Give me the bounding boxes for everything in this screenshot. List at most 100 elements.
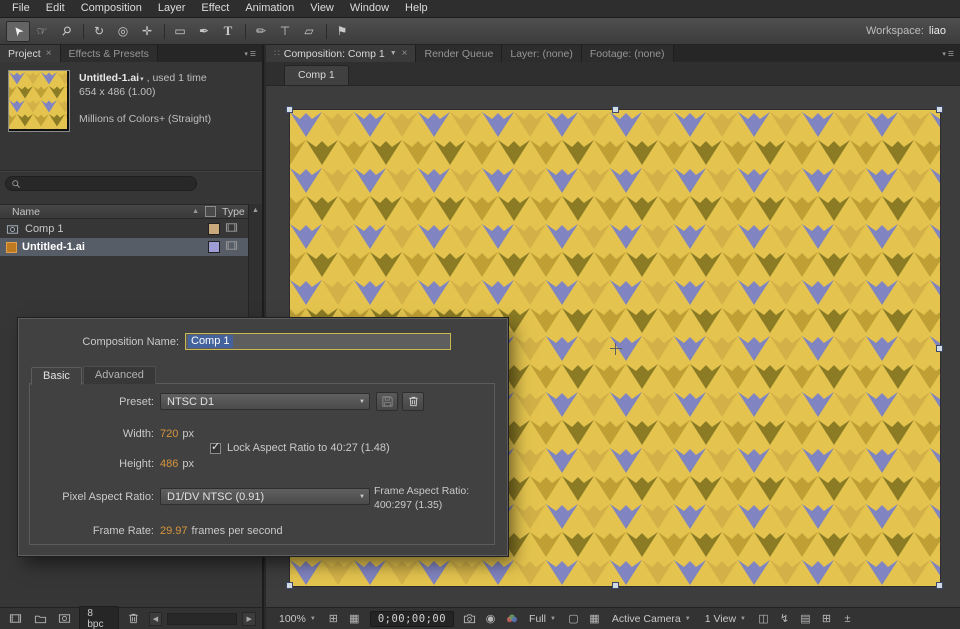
zoom-tool[interactable]: ⚲ <box>54 21 78 42</box>
clone-stamp-tool[interactable]: ⊤ <box>273 21 297 42</box>
menu-item[interactable]: Help <box>397 0 436 17</box>
show-channels-icon[interactable] <box>503 611 520 627</box>
panel-menu-icon[interactable]: ▾ ≡ <box>936 45 960 62</box>
tab-effects-presets[interactable]: Effects & Presets <box>61 45 158 62</box>
project-bit-depth-button[interactable]: 8 bpc <box>79 606 119 629</box>
vertical-scrollbar[interactable]: ▲ <box>248 204 262 334</box>
composition-name-input[interactable]: Comp 1 <box>185 333 451 350</box>
eraser-tool[interactable]: ▱ <box>297 21 321 42</box>
tab-basic[interactable]: Basic <box>31 367 82 385</box>
pen-tool[interactable]: ✒ <box>192 21 216 42</box>
layer-handle[interactable] <box>936 106 943 113</box>
menu-item[interactable]: View <box>302 0 342 17</box>
height-value[interactable]: 486 <box>160 458 178 470</box>
save-preset-button[interactable] <box>376 392 398 411</box>
show-snapshot-icon[interactable]: ◉ <box>482 611 499 627</box>
layer-handle[interactable] <box>936 582 943 589</box>
preset-dropdown[interactable]: NTSC D1 ▼ <box>160 393 370 410</box>
tab-composition[interactable]: ∷ Composition: Comp 1 ▼ × <box>266 45 416 62</box>
current-time-display[interactable]: 0;00;00;00 <box>370 611 454 627</box>
horizontal-scrollbar[interactable] <box>167 613 237 625</box>
lock-aspect-checkbox[interactable]: ✓ Lock Aspect Ratio to 40:27 (1.48) <box>210 442 390 454</box>
menu-item[interactable]: Composition <box>73 0 150 17</box>
pan-behind-tool[interactable]: ✛ <box>135 21 159 42</box>
rotation-tool[interactable]: ↻ <box>87 21 111 42</box>
fast-previews-icon[interactable]: ↯ <box>776 611 793 627</box>
flowchart-icon[interactable]: ⊞ <box>818 611 835 627</box>
usage-text: , used 1 time <box>147 72 207 84</box>
puppet-pin-tool[interactable]: ⚑ <box>330 21 354 42</box>
tab-layer[interactable]: Layer: (none) <box>502 45 581 62</box>
menu-item[interactable]: Layer <box>150 0 194 17</box>
scroll-right-button[interactable]: ▶ <box>242 612 256 626</box>
footage-info: Untitled-1.ai▾, used 1 time 654 x 486 (1… <box>8 70 260 132</box>
interpret-footage-icon[interactable] <box>6 610 25 628</box>
tab-advanced[interactable]: Advanced <box>83 366 156 384</box>
tab-footage[interactable]: Footage: (none) <box>582 45 674 62</box>
menu-item[interactable]: Window <box>342 0 397 17</box>
pixel-aspect-correction-icon[interactable]: ◫ <box>755 611 772 627</box>
exposure-icon[interactable]: ± <box>839 611 856 627</box>
sort-icon[interactable]: ▲ <box>192 208 199 215</box>
label-color-chip[interactable] <box>208 223 220 235</box>
layer-anchor-point[interactable] <box>610 343 622 355</box>
column-type[interactable]: Type <box>222 206 249 218</box>
checkbox-box[interactable]: ✓ <box>210 443 221 454</box>
project-item-comp[interactable]: Comp 1 <box>0 220 262 238</box>
layer-handle[interactable] <box>612 106 619 113</box>
frame-rate-value[interactable]: 29.97 <box>160 525 188 537</box>
new-composition-icon[interactable] <box>55 610 74 628</box>
snapshot-icon[interactable] <box>461 611 478 627</box>
column-name[interactable]: Name <box>12 206 192 218</box>
menu-item[interactable]: Effect <box>193 0 237 17</box>
tab-close-icon[interactable]: × <box>402 48 408 59</box>
view-layout-dropdown[interactable]: 1 View ▼ <box>700 611 751 627</box>
workspace-value[interactable]: liao <box>929 25 946 37</box>
tab-menu-icon[interactable]: ▼ <box>390 50 397 57</box>
layer-handle[interactable] <box>612 582 619 589</box>
height-label: Height: <box>30 458 154 470</box>
grid-options-icon[interactable]: ▦ <box>346 611 363 627</box>
3d-view-dropdown[interactable]: Active Camera ▼ <box>607 611 696 627</box>
menu-item[interactable]: File <box>4 0 38 17</box>
width-value[interactable]: 720 <box>160 428 178 440</box>
layer-handle[interactable] <box>936 345 943 352</box>
panel-menu-icon[interactable]: ▾ ≡ <box>238 45 262 62</box>
delete-preset-button[interactable] <box>402 392 424 411</box>
mask-shape-tool[interactable]: ▭ <box>168 21 192 42</box>
region-of-interest-icon[interactable]: ▢ <box>565 611 582 627</box>
resolution-dropdown[interactable]: Full ▼ <box>524 611 561 627</box>
magnification-dropdown[interactable]: 100% ▼ <box>274 611 321 627</box>
selection-tool[interactable]: ➤ <box>6 21 30 42</box>
selected-text: Comp 1 <box>188 335 233 348</box>
comp-tab[interactable]: Comp 1 <box>284 65 349 85</box>
unified-camera-tool[interactable]: ◎ <box>111 21 135 42</box>
scroll-up-button[interactable]: ▲ <box>252 204 259 334</box>
project-item-ai-footage[interactable]: Untitled-1.ai <box>0 238 262 256</box>
workspace-selector[interactable]: Workspace: liao <box>866 25 954 37</box>
safe-margins-icon[interactable]: ⊞ <box>325 611 342 627</box>
lock-aspect-label: Lock Aspect Ratio to 40:27 (1.48) <box>227 442 390 454</box>
layer-handle[interactable] <box>286 582 293 589</box>
composition-icon <box>6 223 20 236</box>
new-folder-icon[interactable] <box>30 610 49 628</box>
pixel-aspect-ratio-dropdown[interactable]: D1/DV NTSC (0.91) ▼ <box>160 488 370 505</box>
tab-close-icon[interactable]: × <box>46 48 52 59</box>
label-column-icon[interactable] <box>205 206 216 217</box>
name-menu-icon[interactable]: ▾ <box>140 76 144 83</box>
menu-item[interactable]: Animation <box>237 0 302 17</box>
type-tool[interactable]: T <box>216 21 240 42</box>
timeline-icon[interactable]: ▤ <box>797 611 814 627</box>
layer-handle[interactable] <box>286 106 293 113</box>
brush-tool[interactable]: ✏ <box>249 21 273 42</box>
scroll-left-button[interactable]: ◀ <box>149 612 163 626</box>
tab-render-queue[interactable]: Render Queue <box>416 45 502 62</box>
transparency-grid-icon[interactable]: ▦ <box>586 611 603 627</box>
menu-item[interactable]: Edit <box>38 0 73 17</box>
delete-item-icon[interactable] <box>124 610 143 628</box>
search-box[interactable] <box>5 176 197 191</box>
tab-project[interactable]: Project × <box>0 45 61 62</box>
composition-settings-dialog: Composition Name: Comp 1 Basic Advanced … <box>18 318 508 556</box>
hand-tool[interactable]: ☞ <box>30 21 54 42</box>
label-color-chip[interactable] <box>208 241 220 253</box>
